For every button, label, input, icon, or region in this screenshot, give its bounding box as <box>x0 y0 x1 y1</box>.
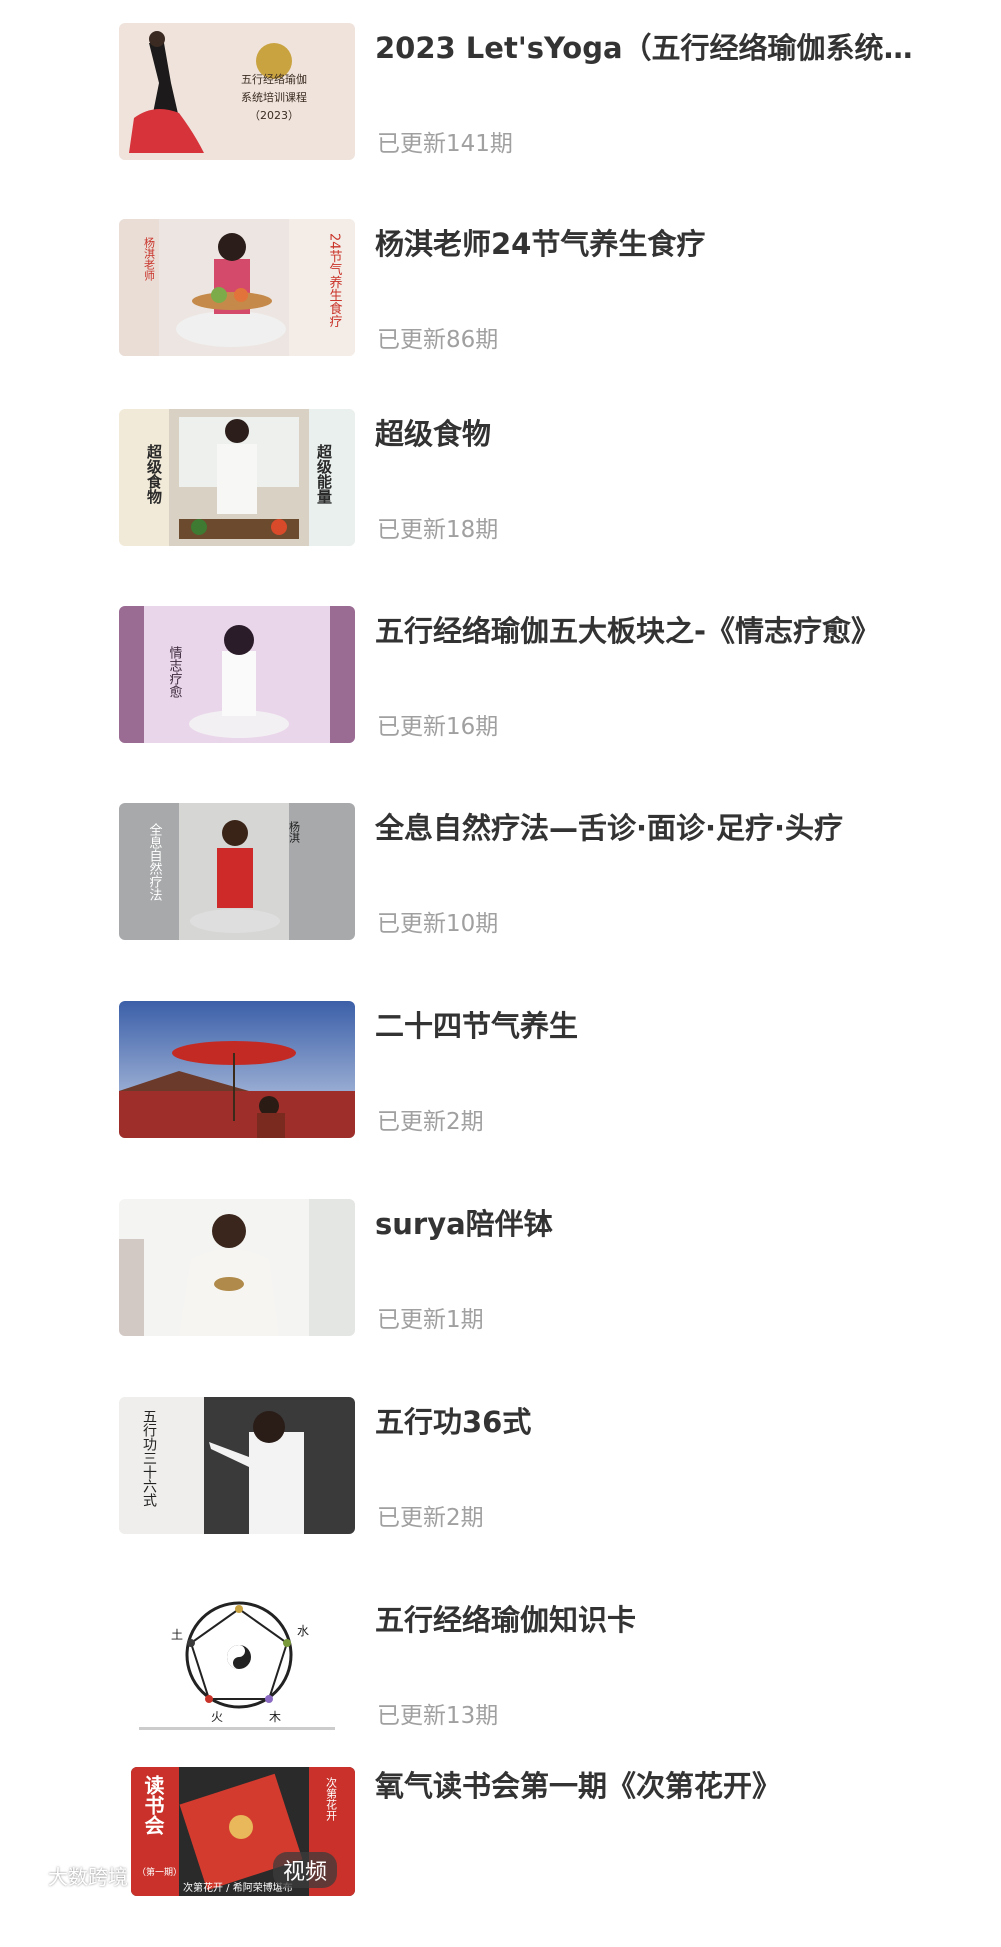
update-count: 已更新141期 <box>377 131 513 157</box>
thumb-text: 超级能量 <box>315 443 333 504</box>
course-title[interactable]: 五行经络瑜伽知识卡 <box>375 1601 935 1639</box>
course-thumbnail[interactable]: 超级食物 超级能量 <box>119 409 355 546</box>
course-title[interactable]: 全息自然疗法—舌诊·面诊·足疗·头疗 <box>375 809 935 847</box>
update-count: 已更新86期 <box>377 327 499 353</box>
course-title[interactable]: 二十四节气养生 <box>375 1007 935 1045</box>
update-count: 已更新16期 <box>377 714 499 740</box>
watermark-logo-icon <box>12 1866 43 1883</box>
course-thumbnail[interactable] <box>119 1001 355 1138</box>
course-thumbnail[interactable] <box>119 1199 355 1336</box>
watermark: 大数跨境 <box>10 1861 128 1890</box>
update-count: 已更新18期 <box>377 517 499 543</box>
course-item[interactable]: 超级食物 超级能量 超级食物 已更新18期 <box>0 409 1001 589</box>
update-count: 已更新2期 <box>377 1505 484 1531</box>
thumb-text: 木 <box>269 1710 281 1724</box>
course-item[interactable]: 杨淇老师 24节气养生食疗 杨淇老师24节气养生食疗 已更新86期 <box>0 219 1001 399</box>
course-item[interactable]: 五行功三十六式 五行功36式 已更新2期 <box>0 1397 1001 1577</box>
course-thumbnail[interactable]: 读书会 （第一期） 次第花开 次第花开 / 希阿荣博堪布 视频 <box>131 1767 355 1896</box>
course-title[interactable]: 超级食物 <box>375 415 935 453</box>
thumb-text: 杨淇 <box>288 820 301 844</box>
thumb-text: （第一期） <box>137 1866 182 1878</box>
course-thumbnail[interactable]: 五行经络瑜伽 系统培训课程 （2023） <box>119 23 355 160</box>
thumb-text: 超级食物 <box>145 443 163 505</box>
course-title[interactable]: surya陪伴钵 <box>375 1205 935 1243</box>
course-item[interactable]: 二十四节气养生 已更新2期 <box>0 1001 1001 1181</box>
thumb-text: 水 <box>297 1624 309 1638</box>
course-thumbnail[interactable]: 全息自然疗法 杨淇 <box>119 803 355 940</box>
video-badge: 视频 <box>272 1852 337 1888</box>
update-count: 已更新2期 <box>377 1109 484 1135</box>
update-count: 已更新10期 <box>377 911 499 937</box>
thumb-text: 土 <box>171 1628 183 1642</box>
thumb-text: 火 <box>211 1710 223 1724</box>
course-item[interactable]: 土 水 火 木 五行经络瑜伽知识卡 已更新13期 <box>0 1595 1001 1775</box>
thumb-text: 情志疗愈 <box>167 646 183 698</box>
thumb-text: 全息自然疗法 <box>147 822 163 901</box>
thumb-text: 杨淇老师 <box>143 236 156 281</box>
thumb-text: （2023） <box>249 109 299 122</box>
course-item[interactable]: surya陪伴钵 已更新1期 <box>0 1199 1001 1379</box>
thumb-text: 24节气养生食疗 <box>327 233 343 328</box>
thumb-text: 次第花开 <box>325 1776 338 1822</box>
course-list: 五行经络瑜伽 系统培训课程 （2023） 2023 Let'sYoga（五行经络… <box>0 0 1001 1896</box>
course-thumbnail[interactable]: 土 水 火 木 <box>119 1595 355 1732</box>
course-title[interactable]: 杨淇老师24节气养生食疗 <box>375 225 935 263</box>
thumb-text: 系统培训课程 <box>241 90 307 104</box>
update-count: 已更新1期 <box>377 1307 484 1333</box>
course-item[interactable]: 情志疗愈 五行经络瑜伽五大板块之-《情志疗愈》 已更新16期 <box>0 606 1001 786</box>
course-thumbnail[interactable]: 五行功三十六式 <box>119 1397 355 1534</box>
course-item[interactable]: 五行经络瑜伽 系统培训课程 （2023） 2023 Let'sYoga（五行经络… <box>0 23 1001 203</box>
update-count: 已更新13期 <box>377 1703 499 1729</box>
thumb-text: 五行经络瑜伽 <box>241 72 307 86</box>
course-title[interactable]: 2023 Let'sYoga（五行经络瑜伽系统培… <box>375 29 935 67</box>
course-title[interactable]: 五行经络瑜伽五大板块之-《情志疗愈》 <box>375 612 935 650</box>
thumb-text: 五行功三十六式 <box>141 1409 157 1507</box>
thumb-text: 读书会 <box>141 1774 165 1836</box>
watermark-text: 大数跨境 <box>48 1865 128 1889</box>
course-title[interactable]: 五行功36式 <box>375 1403 935 1441</box>
course-thumbnail[interactable]: 情志疗愈 <box>119 606 355 743</box>
course-thumbnail[interactable]: 杨淇老师 24节气养生食疗 <box>119 219 355 356</box>
course-item[interactable]: 读书会 （第一期） 次第花开 次第花开 / 希阿荣博堪布 视频 氧气读书会第一期… <box>0 1767 1001 1947</box>
course-item[interactable]: 全息自然疗法 杨淇 全息自然疗法—舌诊·面诊·足疗·头疗 已更新10期 <box>0 803 1001 983</box>
course-title[interactable]: 氧气读书会第一期《次第花开》 <box>375 1767 935 1805</box>
